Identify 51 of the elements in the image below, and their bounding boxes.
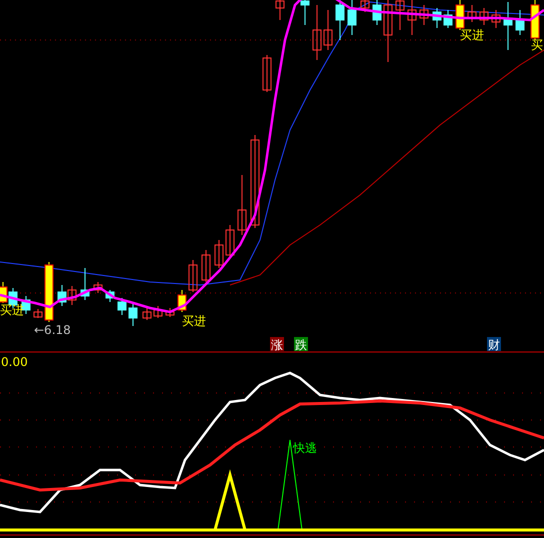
- candlestick: [226, 224, 234, 258]
- candlestick: [336, 0, 344, 40]
- badge: 跌: [294, 337, 308, 352]
- candlestick: [468, 4, 476, 22]
- candlestick: [372, 0, 382, 26]
- candlestick: [94, 282, 102, 294]
- candlestick: [80, 268, 90, 300]
- candlestick: [178, 290, 186, 312]
- candlestick: [504, 2, 512, 50]
- badge: 涨: [270, 337, 284, 352]
- buy-signal-label: 买进: [182, 314, 206, 328]
- candlestick: [106, 290, 114, 302]
- candlestick: [408, 0, 416, 36]
- candlestick: [166, 308, 174, 318]
- signal-label: 快逃: [293, 441, 317, 455]
- candlestick: [348, 0, 356, 36]
- candlestick: [276, 0, 284, 20]
- candlestick: [360, 0, 370, 12]
- candlestick: [480, 8, 488, 26]
- indicator-value: 0.00: [1, 355, 28, 369]
- badge: 财: [487, 337, 501, 352]
- candlestick: [432, 8, 442, 28]
- candlestick: [68, 286, 76, 306]
- candlestick: [214, 240, 224, 268]
- candlestick: [396, 0, 404, 30]
- buy-signal-label: 买: [531, 38, 543, 52]
- candlestick: [530, 0, 540, 40]
- candlestick: [44, 262, 54, 322]
- buy-signal-label: 买进: [460, 28, 484, 42]
- candlestick: [516, 10, 524, 36]
- candlestick: [262, 54, 272, 92]
- buy-signal-label: 买进: [0, 303, 24, 317]
- candlestick: [188, 260, 198, 292]
- candlestick: [118, 298, 126, 316]
- candlestick: [444, 10, 452, 28]
- candlestick: [492, 10, 500, 28]
- candlestick: [456, 0, 464, 30]
- candlestick: [420, 4, 428, 26]
- candlestick: [202, 250, 210, 282]
- candlestick: [300, 0, 310, 26]
- candlestick: [312, 4, 322, 60]
- candlestick: [34, 308, 42, 318]
- candlestick: [142, 308, 152, 320]
- candlestick: [154, 306, 162, 318]
- candlestick: [384, 0, 392, 62]
- candlestick: [238, 174, 246, 236]
- candlestick: [58, 284, 66, 306]
- candlestick: [324, 10, 332, 50]
- candlestick: [22, 296, 30, 314]
- low-price-label: ←6.18: [34, 323, 71, 337]
- candlestick: [128, 304, 138, 326]
